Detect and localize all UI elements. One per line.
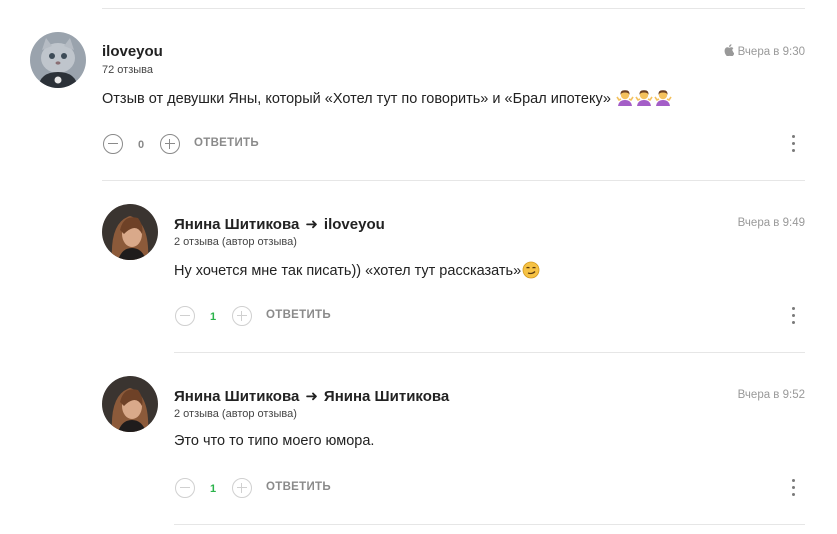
author-link[interactable]: Янина Шитикова (174, 388, 299, 405)
arrow-right-icon: ➜ (305, 388, 318, 405)
author-link[interactable]: iloveyou (102, 43, 163, 60)
author-name: Янина Шитикова ➜ Янина Шитикова (174, 387, 449, 405)
upvote-button[interactable] (232, 306, 252, 326)
apple-icon (724, 44, 734, 56)
vote-score: 1 (210, 483, 217, 495)
comment-text: Это что то типо моего юмора. (174, 433, 375, 449)
comment-1: iloveyou 72 отзыва Вчера в 9:30 Отзыв от… (0, 0, 837, 180)
downvote-button[interactable] (175, 306, 195, 326)
time-text: Вчера в 9:49 (737, 217, 805, 229)
comment-text: Ну хочется мне так писать)) «хотел тут р… (174, 261, 540, 283)
author-link[interactable]: Янина Шитикова (174, 216, 299, 233)
comment-divider (174, 352, 805, 353)
arrow-right-icon: ➜ (305, 216, 318, 233)
comment-time: Вчера в 9:52 (738, 389, 805, 401)
avatar[interactable] (30, 32, 86, 88)
review-count: 2 отзыва (автор отзыва) (174, 236, 297, 248)
comment-time: Вчера в 9:49 (738, 217, 805, 229)
upvote-button[interactable] (232, 478, 252, 498)
reply-button[interactable]: ОТВЕТИТЬ (266, 481, 331, 493)
reply-button[interactable]: ОТВЕТИТЬ (194, 137, 259, 149)
smirk-emoji (522, 261, 540, 283)
vote-score: 1 (210, 311, 217, 323)
comment-divider (102, 180, 805, 181)
comment-text-body: Отзыв от девушки Яны, который «Хотел тут… (102, 91, 611, 107)
comment-time: Вчера в 9:30 (724, 44, 805, 58)
vote-score: 0 (138, 139, 145, 151)
review-count: 2 отзыва (автор отзыва) (174, 408, 297, 420)
downvote-button[interactable] (103, 134, 123, 154)
more-options-icon[interactable] (788, 306, 800, 326)
reply-to-link[interactable]: Янина Шитикова (324, 388, 449, 405)
comment-divider (174, 524, 805, 525)
shrug-woman-emoji (616, 89, 634, 111)
avatar[interactable] (102, 204, 158, 260)
time-text: Вчера в 9:52 (737, 389, 805, 401)
shrug-woman-emoji (635, 89, 653, 111)
upvote-button[interactable] (160, 134, 180, 154)
shrug-woman-emoji (654, 89, 672, 111)
reply-to-link[interactable]: iloveyou (324, 216, 385, 233)
comment-text: Отзыв от девушки Яны, который «Хотел тут… (102, 89, 672, 111)
downvote-button[interactable] (175, 478, 195, 498)
comment-text-body: Ну хочется мне так писать)) «хотел тут р… (174, 263, 522, 279)
author-name: Янина Шитикова ➜ iloveyou (174, 215, 385, 233)
review-count: 72 отзыва (102, 64, 153, 76)
reply-button[interactable]: ОТВЕТИТЬ (266, 309, 331, 321)
time-text: Вчера в 9:30 (737, 46, 805, 58)
avatar[interactable] (102, 376, 158, 432)
more-options-icon[interactable] (788, 134, 800, 154)
author-name[interactable]: iloveyou (102, 43, 163, 60)
more-options-icon[interactable] (788, 478, 800, 498)
